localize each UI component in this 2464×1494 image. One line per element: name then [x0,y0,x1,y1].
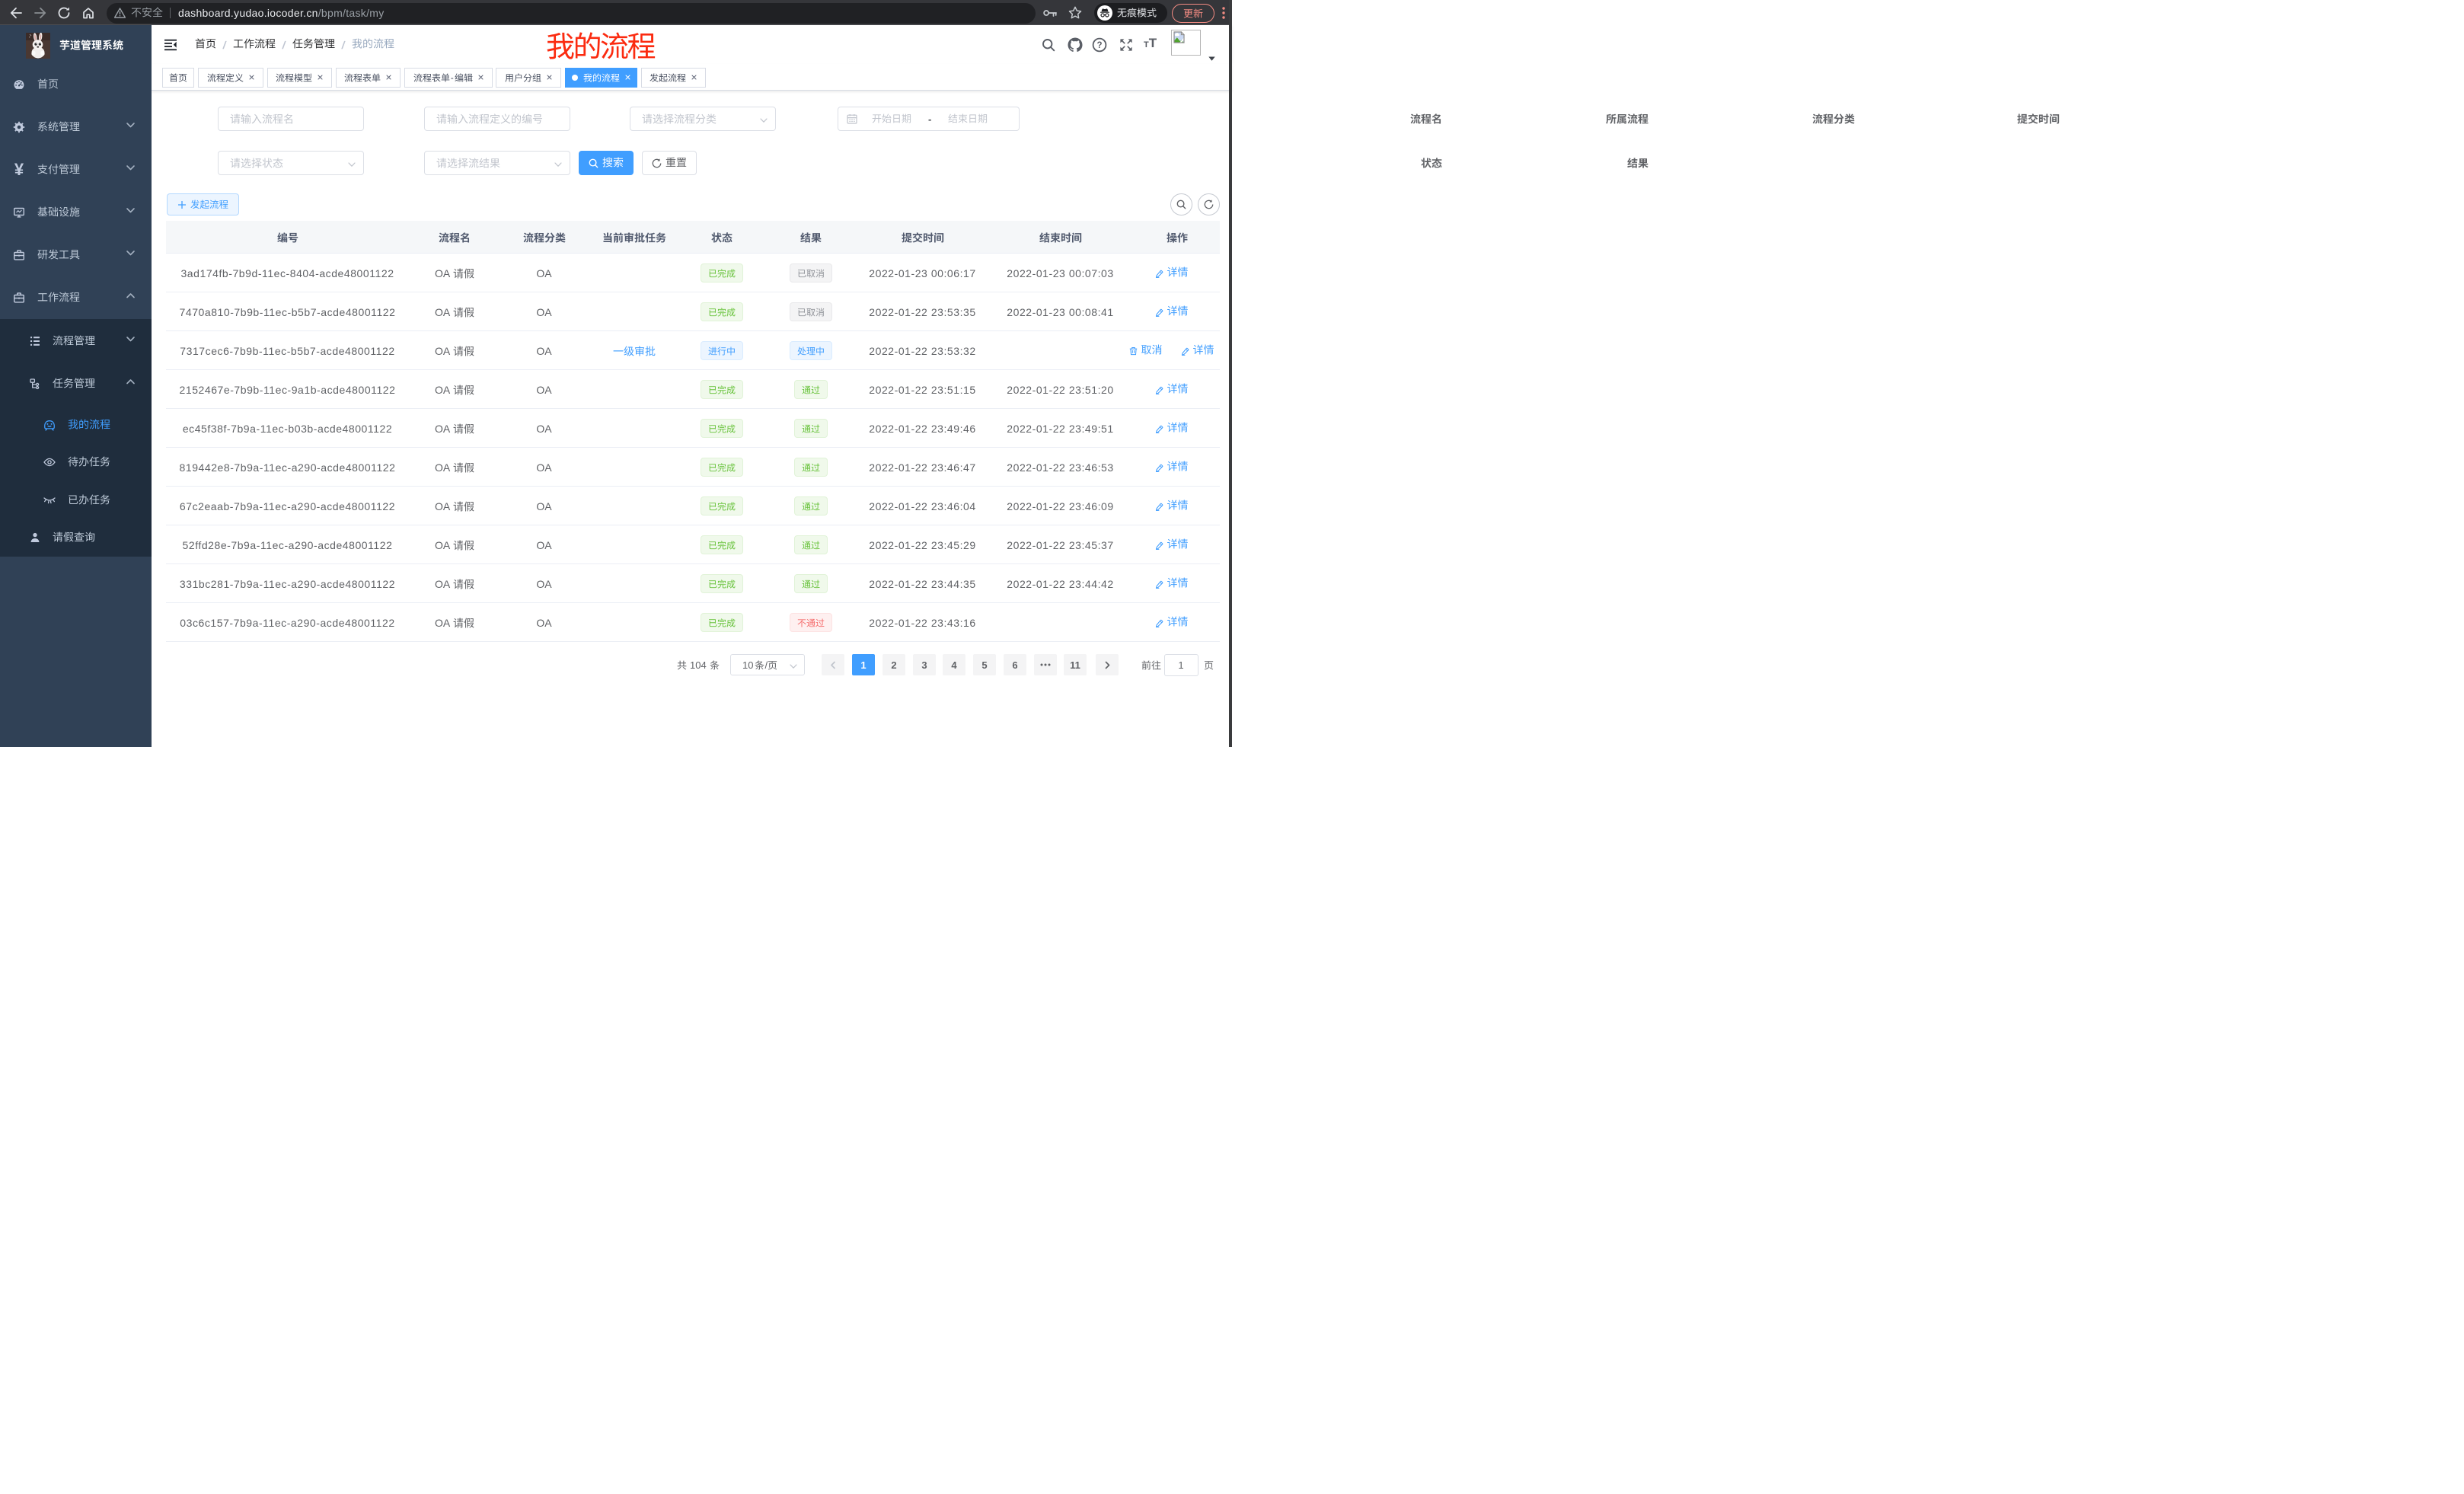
svg-text:?: ? [1096,41,1102,50]
